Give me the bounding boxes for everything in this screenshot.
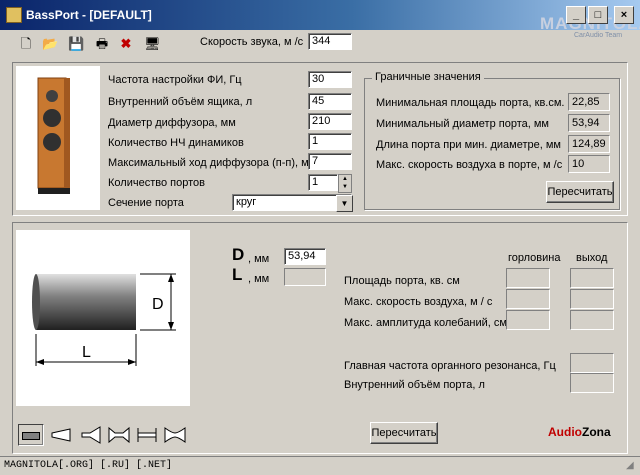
- max-air-speed-value: 10: [568, 155, 610, 173]
- straight-port-icon: [22, 432, 40, 440]
- cone-diameter-label: Диаметр диффузора, мм: [108, 117, 236, 129]
- min-diameter-value: 53,94: [568, 114, 610, 132]
- speaker-cabinet-icon: [37, 77, 70, 194]
- shape-flanged-button[interactable]: [134, 424, 160, 446]
- flanged-port-icon: [137, 428, 157, 442]
- flare-port-icon: [81, 426, 101, 444]
- shape-taper-button[interactable]: [48, 424, 74, 446]
- delete-icon[interactable]: ✖: [118, 36, 134, 52]
- shape-curved-flare-button[interactable]: [162, 424, 188, 446]
- d-letter: D: [232, 245, 245, 264]
- amplitude-exit-value: [570, 310, 614, 330]
- port-volume-value: [570, 373, 614, 393]
- amplitude-throat-value: [506, 310, 550, 330]
- curved-flare-port-icon: [164, 427, 186, 443]
- resize-grip-icon[interactable]: ◢: [626, 460, 634, 471]
- sound-speed-input[interactable]: 344: [308, 33, 352, 50]
- tuning-freq-input[interactable]: 30: [308, 71, 352, 88]
- box-volume-label: Внутренний объём ящика, л: [108, 96, 253, 108]
- d-unit: , мм: [248, 253, 270, 265]
- shape-straight-button[interactable]: [18, 424, 44, 446]
- new-icon[interactable]: 🗋: [18, 36, 34, 52]
- display-icon[interactable]: 🖥: [144, 36, 161, 52]
- sound-speed-label: Скорость звука, м /с: [200, 36, 304, 48]
- organ-freq-value: [570, 353, 614, 373]
- woofer-count-label: Количество НЧ динамиков: [108, 137, 244, 149]
- area-label: Площадь порта, кв. см: [344, 275, 460, 287]
- l-value: [284, 268, 326, 286]
- speaker-image: [16, 66, 100, 210]
- air-speed-label: Макс. скорость воздуха, м / с: [344, 296, 493, 308]
- double-flare-port-icon: [108, 426, 130, 444]
- print-icon[interactable]: 🖶: [94, 36, 110, 52]
- port-section-label: Сечение порта: [108, 197, 184, 209]
- min-area-value: 22,85: [568, 93, 610, 111]
- port-diagram: [16, 230, 190, 406]
- max-excursion-label: Максимальный ход диффузора (п-п), мм: [108, 157, 317, 169]
- l-letter: L: [232, 265, 243, 284]
- area-exit-value: [570, 268, 614, 288]
- box-volume-input[interactable]: 45: [308, 93, 352, 110]
- close-button[interactable]: ×: [614, 6, 634, 24]
- window-title: BassPort - [DEFAULT]: [26, 8, 152, 22]
- d-input[interactable]: 53,94: [284, 248, 326, 265]
- min-diameter-label: Минимальный диаметр порта, мм: [376, 118, 549, 130]
- diagram-d-label: D: [152, 296, 164, 313]
- limits-group-title: Граничные значения: [372, 71, 484, 83]
- min-area-label: Минимальная площадь порта, кв.см.: [376, 97, 565, 109]
- open-icon[interactable]: 📂: [42, 36, 58, 52]
- area-throat-value: [506, 268, 550, 288]
- shape-double-flare-button[interactable]: [106, 424, 132, 446]
- brand-audio: Audio: [548, 425, 582, 439]
- recalc-port-button[interactable]: Пересчитать: [370, 422, 438, 444]
- diagram-l-label: L: [82, 344, 91, 361]
- exit-header: выход: [576, 252, 608, 264]
- chevron-down-icon[interactable]: ▼: [336, 195, 353, 212]
- port-count-input[interactable]: 1: [308, 174, 338, 191]
- port-count-label: Количество портов: [108, 177, 205, 189]
- maximize-button[interactable]: □: [588, 6, 608, 24]
- port-cylinder-diagram: [32, 273, 176, 366]
- port-length-label: Длина порта при мин. диаметре, мм: [376, 139, 561, 151]
- air-speed-exit-value: [570, 289, 614, 309]
- save-icon[interactable]: 💾: [68, 36, 84, 52]
- taper-port-icon: [51, 428, 71, 442]
- cone-diameter-input[interactable]: 210: [308, 113, 352, 130]
- max-excursion-input[interactable]: 7: [308, 153, 352, 170]
- max-air-speed-label: Макс. скорость воздуха в порте, м /с: [376, 159, 563, 171]
- brand-zona: Zona: [582, 425, 611, 439]
- recalc-limits-button[interactable]: Пересчитать: [546, 181, 614, 203]
- port-volume-label: Внутренний объём порта, л: [344, 379, 485, 391]
- port-count-spinner[interactable]: ▲ ▼: [338, 174, 352, 193]
- minimize-button[interactable]: _: [566, 6, 586, 24]
- amplitude-label: Макс. амплитуда колебаний, см: [344, 317, 507, 329]
- air-speed-throat-value: [506, 289, 550, 309]
- watermark-sub: CarAudio Team: [574, 32, 623, 39]
- woofer-count-input[interactable]: 1: [308, 133, 352, 150]
- tuning-freq-label: Частота настройки ФИ, Гц: [108, 74, 242, 86]
- organ-freq-label: Главная частота органного резонанса, Гц: [344, 360, 556, 372]
- port-section-select[interactable]: круг: [232, 194, 352, 211]
- audiozona-logo: AudioZona: [548, 425, 611, 439]
- shape-flare-button[interactable]: [78, 424, 104, 446]
- throat-header: горловина: [508, 252, 561, 264]
- l-unit: , мм: [248, 273, 270, 285]
- app-icon: [6, 7, 22, 23]
- port-length-value: 124,89: [568, 135, 610, 153]
- status-text: MAGNITOLA[.ORG] [.RU] [.NET]: [4, 460, 173, 471]
